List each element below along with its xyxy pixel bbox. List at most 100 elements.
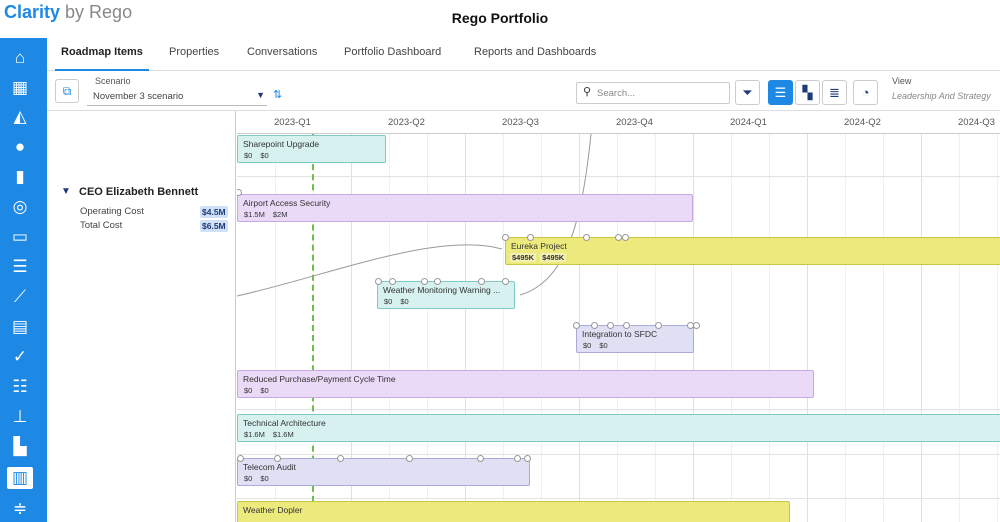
presentation-icon[interactable]: ▭ — [7, 226, 33, 248]
cost-amount: $0 — [384, 297, 393, 306]
milestone-marker[interactable] — [237, 455, 244, 462]
group-name[interactable]: CEO Elizabeth Bennett — [79, 186, 198, 198]
cost-amount: $495K — [540, 253, 567, 262]
caret-down-icon: ▼ — [256, 90, 265, 100]
roadmap-item-costs: $0 $0 — [242, 386, 275, 395]
timeline-view-icon: ☰ — [774, 85, 787, 100]
milestone-marker[interactable] — [622, 234, 629, 241]
clipboard-icon[interactable]: ▤ — [7, 316, 33, 338]
roadmap-item-bar[interactable]: Telecom Audit $0 $0 — [237, 458, 530, 486]
tab-bar: Roadmap Items Properties Conversations P… — [47, 38, 1000, 71]
roadmap-item-bar[interactable]: Technical Architecture $1.6M $1.6M — [237, 414, 1000, 442]
roadmap-item-bar[interactable]: Airport Access Security $1.5M $2M — [237, 194, 693, 222]
cost-amount: $0 — [244, 151, 253, 160]
milestone-marker[interactable] — [274, 455, 281, 462]
roadmap-item-name: Airport Access Security — [243, 198, 331, 208]
filter-button[interactable]: ⏷ — [735, 80, 760, 105]
bar-chart-icon[interactable]: ▮ — [7, 166, 33, 188]
sliders-icon[interactable]: ≑ — [7, 498, 33, 520]
total-cost-label: Total Cost — [80, 220, 123, 231]
roadmap-item-name: Integration to SFDC — [582, 329, 658, 339]
scenario-select[interactable]: November 3 scenario ▼ — [87, 88, 267, 106]
roadmap-item-costs: $1.6M $1.6M — [242, 430, 300, 439]
toolbar: ⧉ Scenario November 3 scenario ▼ ⇅ ⚲ ⏷ ☰… — [47, 71, 1000, 111]
view-label: View — [892, 76, 912, 86]
operating-cost-value: $4.5M — [200, 206, 228, 218]
tab-conversations[interactable]: Conversations — [247, 38, 317, 71]
cost-amount: $0 — [583, 341, 592, 350]
timeline-view-button[interactable]: ☰ — [768, 80, 793, 105]
milestone-marker[interactable] — [527, 234, 534, 241]
chevron-down-icon[interactable]: ▼ — [61, 186, 71, 197]
milestone-marker[interactable] — [615, 234, 622, 241]
tab-reports-and-dashboards[interactable]: Reports and Dashboards — [474, 38, 596, 71]
roadmap-item-bar[interactable]: Eureka Project $495K $495K — [505, 237, 1000, 265]
home-icon[interactable]: ⌂ — [7, 47, 33, 69]
line-chart-icon[interactable]: ⟋ — [7, 286, 33, 308]
cost-amount: $0 — [260, 386, 269, 395]
chart-view-button[interactable]: ◔ — [853, 80, 878, 105]
milestone-marker[interactable] — [477, 455, 484, 462]
scenario-value: November 3 scenario — [93, 91, 184, 102]
roadmap-item-bar[interactable]: Sharepoint Upgrade $0 $0 — [237, 135, 386, 163]
roadmap-item-costs: $0 $0 — [242, 474, 275, 483]
cost-amount: $0 — [400, 297, 409, 306]
roadmap-item-name: Weather Monitoring Warning ... — [383, 285, 501, 295]
scenario-label: Scenario — [95, 76, 131, 86]
lightbulb-icon[interactable]: ● — [7, 136, 33, 158]
roadmap-item-bar[interactable]: Weather Monitoring Warning ... $0 $0 — [377, 281, 515, 309]
roadmap-item-costs: $0 $0 — [242, 151, 275, 160]
milestone-marker[interactable] — [434, 278, 441, 285]
cost-amount: $0 — [260, 474, 269, 483]
milestone-marker[interactable] — [478, 278, 485, 285]
milestone-marker[interactable] — [502, 278, 509, 285]
board-icon[interactable]: ▙ — [7, 436, 33, 458]
list-view-button[interactable]: ≣ — [822, 80, 847, 105]
milestone-marker[interactable] — [406, 455, 413, 462]
roadmap-icon[interactable]: ▥ — [7, 467, 33, 489]
milestone-marker[interactable] — [389, 278, 396, 285]
roadmap-item-bar[interactable]: Weather Dopler — [237, 501, 790, 522]
milestone-marker[interactable] — [591, 322, 598, 329]
target-icon[interactable]: ◎ — [7, 196, 33, 218]
checklist-icon[interactable]: ☷ — [7, 376, 33, 398]
hierarchy-icon[interactable]: ⊥ — [7, 406, 33, 428]
milestone-marker[interactable] — [421, 278, 428, 285]
check-icon[interactable]: ✓ — [7, 346, 33, 368]
milestone-marker[interactable] — [514, 455, 521, 462]
milestone-marker[interactable] — [583, 234, 590, 241]
board-view-icon: ▚ — [802, 85, 813, 100]
milestone-marker[interactable] — [655, 322, 662, 329]
roadmap-item-costs: $495K $495K — [510, 253, 570, 262]
tab-portfolio-dashboard[interactable]: Portfolio Dashboard — [344, 38, 441, 71]
area-chart-icon[interactable]: ◭ — [7, 106, 33, 128]
milestone-marker[interactable] — [375, 278, 382, 285]
page-title: Rego Portfolio — [451, 10, 549, 26]
tab-roadmap-items[interactable]: Roadmap Items — [55, 38, 149, 71]
milestone-marker[interactable] — [573, 322, 580, 329]
database-icon[interactable]: ☰ — [7, 256, 33, 278]
milestone-marker[interactable] — [524, 455, 531, 462]
cost-amount: $0 — [599, 341, 608, 350]
scenario-icon: ⧉ — [62, 84, 72, 98]
tab-properties[interactable]: Properties — [169, 38, 219, 71]
search-input[interactable] — [597, 86, 725, 100]
milestone-marker[interactable] — [607, 322, 614, 329]
operating-cost-label: Operating Cost — [80, 206, 144, 217]
roadmap-item-bar[interactable]: Reduced Purchase/Payment Cycle Time $0 $0 — [237, 370, 814, 398]
scenario-button[interactable]: ⧉ — [55, 79, 79, 103]
grid-icon[interactable]: ▦ — [7, 77, 33, 99]
board-view-button[interactable]: ▚ — [795, 80, 820, 105]
search-box: ⚲ — [576, 82, 730, 104]
milestone-marker[interactable] — [693, 322, 700, 329]
milestone-marker[interactable] — [502, 234, 509, 241]
view-select[interactable]: Leadership And Strategy — [892, 91, 991, 101]
top-bar: Clarity by Rego Rego Portfolio — [0, 0, 1000, 38]
roadmap-item-name: Reduced Purchase/Payment Cycle Time — [243, 374, 396, 384]
roadmap-item-bar[interactable]: Integration to SFDC $0 $0 — [576, 325, 694, 353]
milestone-marker[interactable] — [623, 322, 630, 329]
milestone-marker[interactable] — [337, 455, 344, 462]
sort-icon[interactable]: ⇅ — [273, 88, 282, 101]
cost-amount: $1.6M — [244, 430, 265, 439]
roadmap-item-costs: $0 $0 — [581, 341, 614, 350]
